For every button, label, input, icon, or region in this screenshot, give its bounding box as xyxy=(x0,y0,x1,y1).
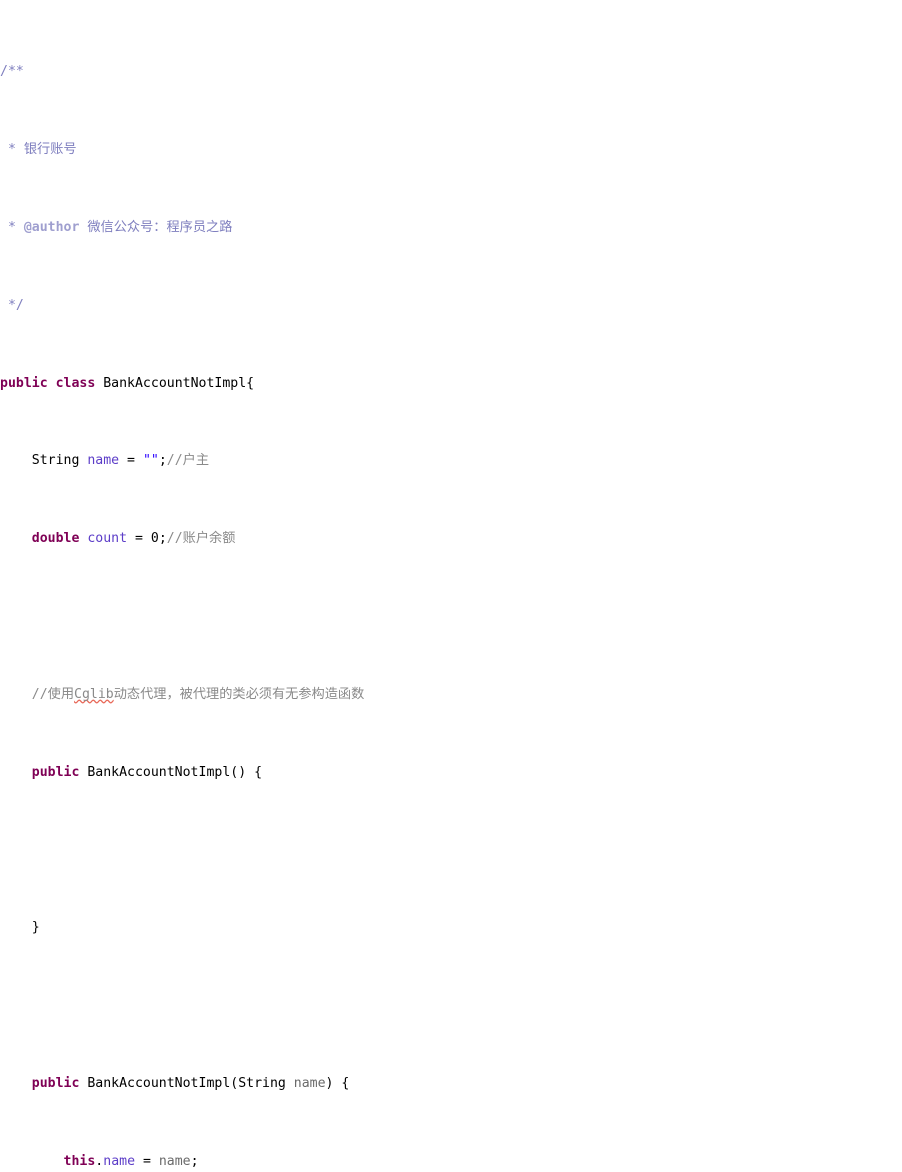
code-line-9: //使用Cglib动态代理，被代理的类必须有无参构造函数 xyxy=(0,685,365,704)
code-line-4: */ xyxy=(0,296,365,315)
code-line-1: /** xyxy=(0,62,365,81)
keyword-this: this xyxy=(63,1153,96,1169)
semicolon: ; xyxy=(158,453,167,469)
source-code-block[interactable]: /** * 银行账号 * @author 微信公众号：程序员之路 */ publ… xyxy=(0,4,365,1172)
code-editor-pane[interactable]: /** * 银行账号 * @author 微信公众号：程序员之路 */ publ… xyxy=(0,0,902,1169)
line-comment-owner: //户主 xyxy=(166,453,210,469)
code-line-15: this.name = name; xyxy=(0,1152,365,1171)
code-line-3: * @author 微信公众号：程序员之路 xyxy=(0,218,365,237)
field-type-string: String xyxy=(0,453,88,469)
signature-close: ) { xyxy=(325,1075,350,1091)
javadoc-author-value: 微信公众号：程序员之路 xyxy=(79,219,233,235)
line-comment-balance: //账户余额 xyxy=(166,531,236,547)
constructor-noarg-signature: BankAccountNotImpl() { xyxy=(79,764,263,780)
assign-operator: = xyxy=(119,453,143,469)
parameter-name: name xyxy=(293,1075,326,1091)
field-name-name: name xyxy=(103,1153,136,1169)
string-literal-empty: "" xyxy=(142,453,159,469)
keyword-class: class xyxy=(55,375,96,391)
keyword-public: public xyxy=(0,375,48,391)
javadoc-star: * xyxy=(0,219,24,235)
javadoc-star: * xyxy=(0,142,24,158)
line-comment-cglib-prefix: //使用 xyxy=(31,686,75,702)
code-line-14: public BankAccountNotImpl(String name) { xyxy=(0,1074,365,1093)
keyword-public: public xyxy=(31,764,80,780)
field-name-count: count xyxy=(87,531,128,547)
number-literal-zero: 0 xyxy=(150,531,159,547)
parameter-name: name xyxy=(158,1153,191,1169)
code-line-7: double count = 0;//账户余额 xyxy=(0,529,365,548)
assign-operator: = xyxy=(135,1153,159,1169)
javadoc-author-tag: @author xyxy=(23,219,80,235)
constructor-arg-signature: BankAccountNotImpl(String xyxy=(79,1075,294,1091)
code-line-5: public class BankAccountNotImpl{ xyxy=(0,374,365,393)
assign-operator: = xyxy=(127,531,151,547)
dot-operator: . xyxy=(95,1153,104,1169)
line-comment-cglib-word: Cglib xyxy=(74,686,114,702)
closing-brace-constructor-noarg: } xyxy=(0,920,40,936)
code-line-12: } xyxy=(0,918,365,937)
keyword-public: public xyxy=(31,1075,80,1091)
javadoc-text-bank-account: 银行账号 xyxy=(23,142,77,158)
javadoc-open: /** xyxy=(0,64,24,80)
code-line-2: * 银行账号 xyxy=(0,140,365,159)
semicolon: ; xyxy=(158,531,167,547)
code-line-6: String name = "";//户主 xyxy=(0,451,365,470)
field-name-name: name xyxy=(87,453,120,469)
semicolon: ; xyxy=(190,1153,199,1169)
code-line-10: public BankAccountNotImpl() { xyxy=(0,763,365,782)
keyword-double: double xyxy=(31,531,80,547)
line-comment-cglib-suffix: 动态代理，被代理的类必须有无参构造函数 xyxy=(113,686,365,702)
class-declaration-name: BankAccountNotImpl{ xyxy=(95,375,255,391)
javadoc-close: */ xyxy=(0,297,24,313)
